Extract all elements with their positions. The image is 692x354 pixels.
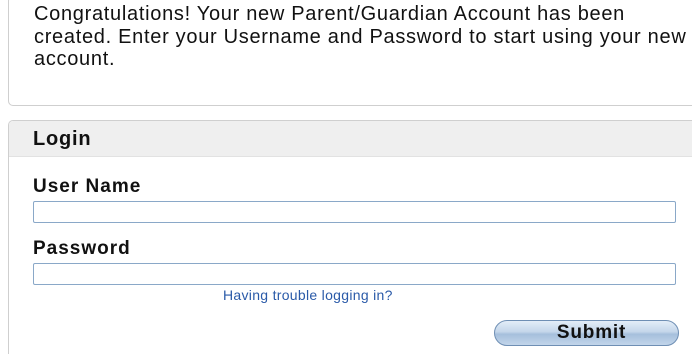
login-page: Congratulations! Your new Parent/Guardia…: [0, 0, 692, 354]
password-label: Password: [33, 238, 131, 259]
submit-button[interactable]: Submit: [494, 320, 679, 346]
notice-message: Congratulations! Your new Parent/Guardia…: [34, 3, 687, 70]
login-panel-header: Login: [9, 121, 692, 157]
login-panel: Login: [8, 120, 692, 354]
account-created-notice: Congratulations! Your new Parent/Guardia…: [8, 0, 692, 106]
trouble-logging-in-link[interactable]: Having trouble logging in?: [223, 287, 393, 303]
username-input[interactable]: [33, 201, 676, 223]
login-title: Login: [33, 128, 92, 150]
password-input[interactable]: [33, 263, 676, 285]
username-label: User Name: [33, 176, 142, 197]
